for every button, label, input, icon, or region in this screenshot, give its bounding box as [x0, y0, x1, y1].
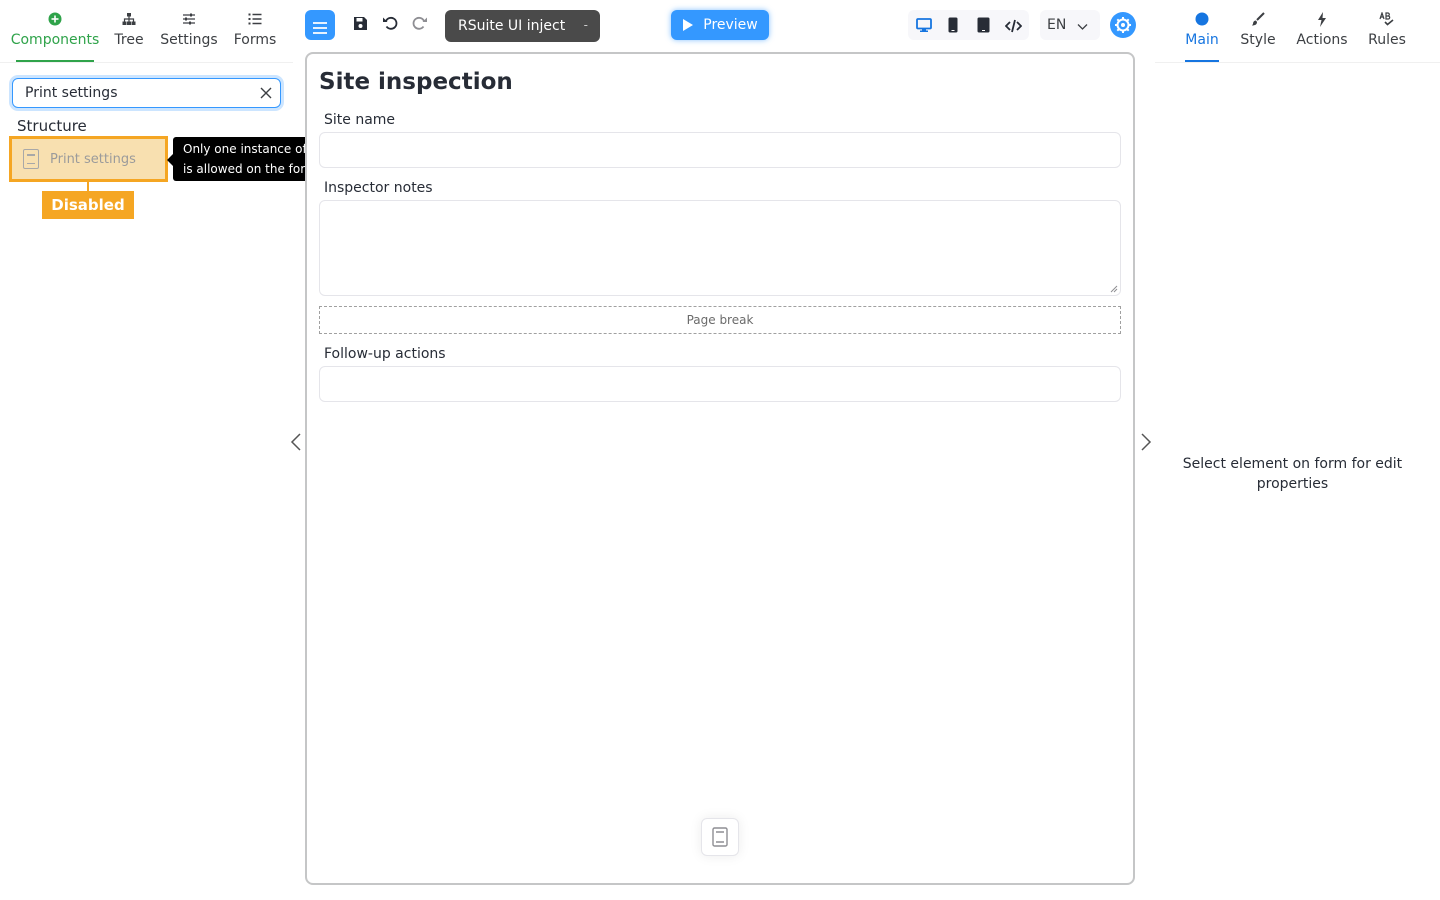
play-icon — [682, 18, 694, 32]
menu-button[interactable] — [305, 10, 335, 40]
tab-rules-label: Rules — [1368, 32, 1406, 48]
tab-style[interactable]: Style — [1240, 8, 1276, 62]
list-icon — [248, 8, 262, 30]
component-item-label: Print settings — [50, 151, 136, 167]
tab-rules[interactable]: Rules — [1368, 8, 1406, 62]
theme-caret: - — [583, 18, 588, 32]
disabled-badge: Disabled — [42, 191, 134, 219]
follow-up-input[interactable] — [319, 366, 1121, 402]
tab-components-label: Components — [10, 32, 100, 48]
print-settings-button[interactable] — [701, 818, 739, 856]
language-value: EN — [1047, 17, 1067, 33]
gear-icon — [1114, 16, 1132, 34]
properties-empty-message: Select element on form for edit properti… — [1182, 456, 1403, 492]
left-panel: Components Tree Settings Forms Structure… — [0, 0, 423, 900]
language-select[interactable]: EN — [1040, 10, 1100, 40]
document-icon — [23, 149, 39, 169]
tab-forms-label: Forms — [233, 32, 277, 48]
spellcheck-icon — [1379, 8, 1395, 30]
disabled-connector — [87, 182, 89, 191]
phone-icon[interactable] — [948, 17, 958, 37]
follow-up-label: Follow-up actions — [324, 346, 446, 362]
theme-select[interactable]: RSuite UI inject - — [445, 10, 600, 42]
device-switcher — [908, 10, 1029, 40]
brush-icon — [1251, 8, 1265, 30]
tab-main[interactable]: Main — [1185, 8, 1219, 62]
undo-icon — [382, 15, 398, 35]
theme-select-value: RSuite UI inject — [458, 18, 566, 34]
tab-tree-label: Tree — [114, 32, 144, 48]
component-search-input[interactable] — [25, 85, 260, 101]
left-tabs-divider — [0, 62, 293, 63]
hamburger-icon — [313, 19, 327, 38]
sliders-icon — [182, 8, 196, 30]
form-canvas: Site inspection Site name Inspector note… — [305, 52, 1135, 885]
tab-actions[interactable]: Actions — [1296, 8, 1348, 62]
code-icon[interactable] — [1004, 18, 1023, 37]
tab-settings[interactable]: Settings — [160, 8, 218, 62]
site-name-label: Site name — [324, 112, 396, 128]
tab-main-label: Main — [1185, 32, 1219, 48]
chevron-down-icon — [1077, 19, 1088, 35]
save-icon — [353, 16, 368, 35]
structure-heading: Structure — [17, 117, 87, 135]
clear-icon[interactable] — [260, 87, 272, 99]
preview-button[interactable]: Preview — [671, 10, 769, 40]
tab-components[interactable]: Components — [10, 8, 100, 62]
tab-style-label: Style — [1240, 32, 1276, 48]
component-item-print-settings: Print settings — [9, 136, 168, 182]
lightning-icon — [1317, 8, 1327, 30]
inspector-notes-textarea[interactable] — [319, 200, 1121, 296]
tablet-icon[interactable] — [977, 17, 990, 37]
undo-button[interactable] — [375, 10, 405, 40]
redo-icon — [412, 15, 428, 35]
component-search[interactable] — [12, 78, 281, 108]
site-name-input[interactable] — [319, 132, 1121, 168]
collapse-left-chevron-icon[interactable] — [290, 432, 302, 457]
tab-settings-label: Settings — [160, 32, 218, 48]
document-icon — [712, 827, 728, 847]
form-title: Site inspection — [319, 69, 513, 95]
page-break[interactable]: Page break — [319, 306, 1121, 334]
resize-handle-icon[interactable] — [1110, 285, 1118, 293]
preview-label: Preview — [703, 17, 758, 33]
settings-gear-button[interactable] — [1110, 12, 1136, 38]
sitemap-icon — [122, 8, 136, 30]
tab-forms[interactable]: Forms — [233, 8, 277, 62]
save-button[interactable] — [345, 10, 375, 40]
redo-button[interactable] — [405, 10, 435, 40]
tab-actions-label: Actions — [1296, 32, 1348, 48]
desktop-icon[interactable] — [916, 17, 932, 37]
collapse-right-chevron-icon[interactable] — [1140, 432, 1152, 457]
plus-circle-icon — [48, 8, 62, 30]
inspector-notes-label: Inspector notes — [324, 180, 433, 196]
tab-tree[interactable]: Tree — [113, 8, 145, 62]
right-tabs-divider — [1155, 62, 1440, 63]
circle-icon — [1195, 8, 1209, 30]
